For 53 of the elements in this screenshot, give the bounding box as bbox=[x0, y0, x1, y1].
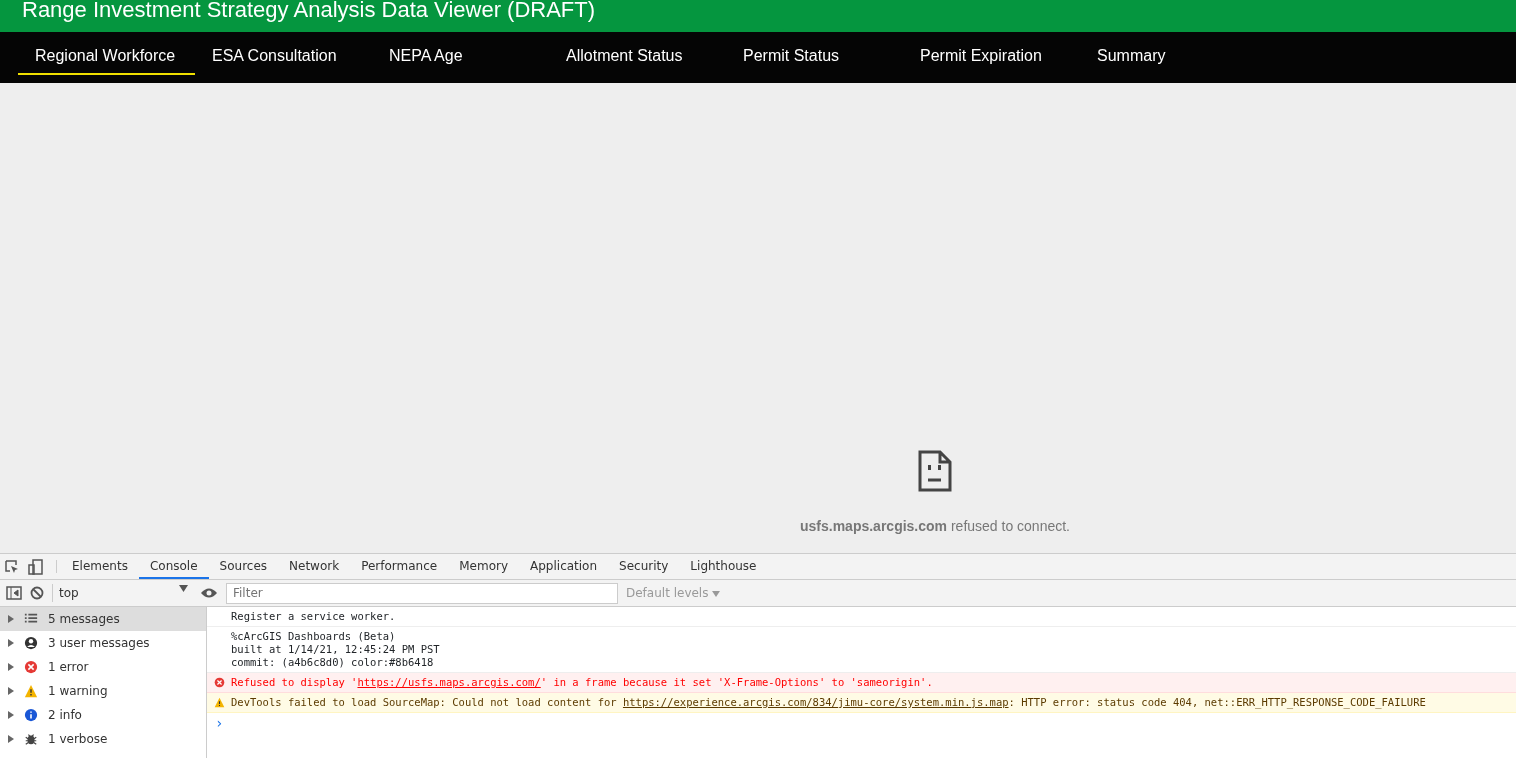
expand-arrow-icon bbox=[8, 735, 14, 743]
nav-tab[interactable]: Permit Expiration bbox=[903, 32, 1080, 75]
inspect-icon[interactable] bbox=[4, 558, 20, 575]
sidebar-item[interactable]: 2 info bbox=[0, 703, 206, 727]
info-icon bbox=[24, 708, 38, 722]
url-link[interactable]: https://usfs.maps.arcgis.com/ bbox=[357, 676, 541, 688]
sidebar-item[interactable]: 1 verbose bbox=[0, 727, 206, 751]
devtools-tab[interactable]: Memory bbox=[448, 554, 519, 579]
sidebar-item[interactable]: 1 error bbox=[0, 655, 206, 679]
log-message: Register a service worker. bbox=[231, 610, 397, 623]
error-icon bbox=[24, 660, 38, 674]
devtools-tab[interactable]: Network bbox=[278, 554, 351, 579]
sidebar-toggle-icon[interactable] bbox=[6, 586, 22, 600]
nav-tab[interactable]: Allotment Status bbox=[549, 32, 726, 75]
nav-tab[interactable]: Permit Status bbox=[726, 32, 903, 75]
nav-tab[interactable]: Summary bbox=[1080, 32, 1257, 75]
devtools-tab[interactable]: Sources bbox=[208, 554, 279, 579]
app-title: Range Investment Strategy Analysis Data Viewer (DRAFT) bbox=[22, 0, 596, 21]
devtools-tab[interactable]: Elements bbox=[61, 554, 139, 579]
error-icon bbox=[214, 677, 225, 688]
expand-arrow-icon bbox=[8, 639, 14, 647]
devtools-tab[interactable]: Application bbox=[519, 554, 609, 579]
user-icon bbox=[24, 636, 38, 650]
eye-icon[interactable] bbox=[200, 587, 218, 599]
error-message: usfs.maps.arcgis.com refused to connect. bbox=[800, 517, 1070, 536]
filter-field[interactable]: Filter bbox=[226, 582, 618, 604]
devtools-tab[interactable]: Lighthouse bbox=[679, 554, 768, 579]
expand-arrow-icon bbox=[8, 687, 14, 695]
sad-page-icon bbox=[918, 450, 952, 492]
devtools-tab[interactable]: Performance bbox=[350, 554, 449, 579]
devtools-tab[interactable]: Security bbox=[608, 554, 680, 579]
expand-arrow-icon bbox=[8, 711, 14, 719]
url-link[interactable]: https://experience.arcgis.com/834/jimu-core/system.min.js.map bbox=[622, 696, 1009, 708]
caret-icon bbox=[712, 589, 721, 597]
nav-tab[interactable]: NEPA Age bbox=[372, 32, 549, 75]
sidebar-item[interactable]: 5 messages bbox=[0, 607, 206, 631]
warning-icon bbox=[24, 684, 38, 698]
log-message: Refused to display 'https://usfs.maps.arcgis.com/' in a frame because it set 'X-Frame-Options' to 'sameorigin'. bbox=[231, 676, 934, 689]
prompt-caret: › bbox=[215, 715, 224, 731]
nav-tab[interactable]: Regional Workforce bbox=[18, 32, 195, 75]
bug-icon bbox=[24, 732, 38, 746]
clear-icon[interactable] bbox=[30, 586, 44, 600]
warning-icon bbox=[214, 697, 225, 708]
device-toggle-icon[interactable] bbox=[28, 558, 44, 575]
log-message: DevTools failed to load SourceMap: Could not load content for https://experience.arcgis.com/834/jimu-core/system.min.js.map: HTTP error: status code 404, net::ERR_HTTP_RESPONSE_CODE_FAILURE bbox=[231, 696, 1427, 709]
expand-arrow-icon bbox=[8, 663, 14, 671]
sidebar-item[interactable]: 3 user messages bbox=[0, 631, 206, 655]
expand-arrow-icon bbox=[8, 615, 14, 623]
nav-tab[interactable]: ESA Consultation bbox=[195, 32, 372, 75]
log-message: %cArcGIS Dashboards (Beta) built at 1/14/21, 12:45:24 PM PST commit: (a4b6c8d0) color:#8b6418 bbox=[231, 630, 441, 669]
context-select[interactable]: top bbox=[52, 584, 192, 602]
caret-icon bbox=[179, 584, 188, 592]
sidebar-item[interactable]: 1 warning bbox=[0, 679, 206, 703]
